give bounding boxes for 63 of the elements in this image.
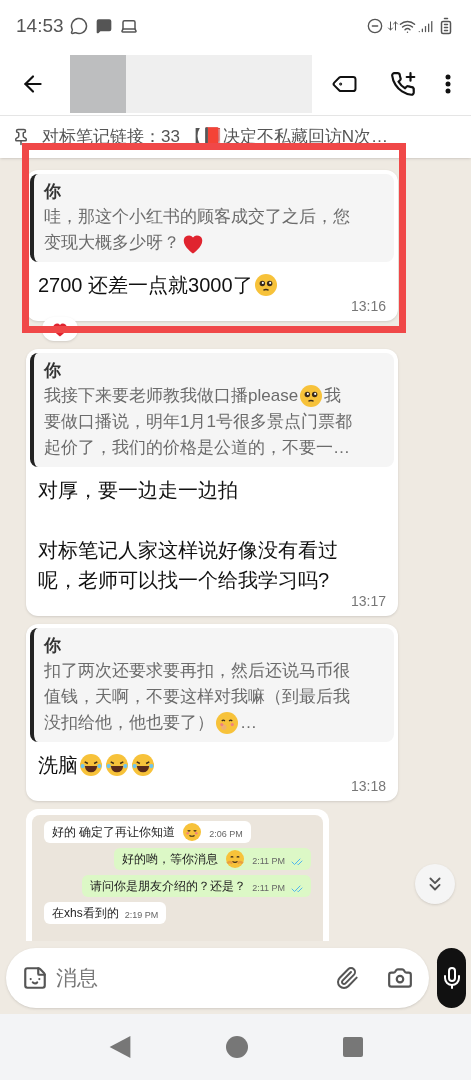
- signal-icon: [418, 18, 433, 34]
- quote-author: 你: [44, 635, 62, 657]
- message-text: 在xhs看到的: [52, 905, 119, 922]
- message-text: 对厚，要一边走一边拍: [38, 478, 238, 503]
- message-text: 对标笔记人家这样说好像没有看过: [38, 538, 338, 563]
- message-text: 哇，那这个小红书的顾客成交了之后，您: [44, 206, 350, 228]
- message-text: 洗脑: [38, 753, 78, 778]
- message-input-bar[interactable]: 消息: [6, 948, 429, 1008]
- message-text: 值钱，天啊，不要这样对我嘛（到最后我: [44, 686, 350, 708]
- voice-message-button[interactable]: [437, 948, 466, 1008]
- message-text: 没扣给他，他也要了）: [44, 712, 214, 734]
- message-bubble[interactable]: 你 哇，那这个小红书的顾客成交了之后，您 变现大概多少呀？ 2700 还差一点就3000了 13:16: [26, 170, 398, 321]
- attach-icon[interactable]: [335, 966, 359, 990]
- quoted-message[interactable]: 你 扣了两次还要求要再扣，然后还说马币很 值钱，天啊，不要这样对我嘛（到最后我 没扣给他，他也要了） …: [30, 628, 394, 742]
- message-text: …: [240, 712, 257, 734]
- chat-notification-icon: [69, 17, 88, 35]
- message-notification-icon: [95, 18, 112, 34]
- message-time: 2:11 PM: [252, 881, 285, 895]
- emoji-icon: [80, 754, 102, 776]
- do-not-disturb-icon: [367, 18, 383, 34]
- heart-icon: [182, 232, 204, 254]
- message-text: 扣了两次还要求要再扣，然后还说马币很: [44, 660, 350, 682]
- scroll-down-button[interactable]: [415, 864, 455, 904]
- emoji-icon: [254, 274, 277, 296]
- message-input[interactable]: 消息: [56, 962, 327, 994]
- emoji-icon: [132, 754, 154, 776]
- message-text: 好的 确定了再让你知道: [52, 824, 176, 841]
- data-transfer-icon: [387, 20, 399, 32]
- laptop-icon: [119, 17, 138, 35]
- message-bubble[interactable]: 你 扣了两次还要求要再扣，然后还说马币很 值钱，天啊，不要这样对我嘛（到最后我 没扣给他，他也要了） … 洗脑 13:18: [26, 624, 398, 801]
- message-time: 2:06 PM: [209, 827, 243, 841]
- quoted-message[interactable]: 你 哇，那这个小红书的顾客成交了之后，您 变现大概多少呀？: [30, 174, 394, 262]
- message-time: 2:11 PM: [252, 854, 285, 868]
- message-text: 起价了，我们的价格是公道的，不要一…: [44, 437, 350, 459]
- emoji-icon: [216, 712, 238, 734]
- quote-author: 你: [44, 360, 62, 382]
- message-text: 2700 还差一点就3000了: [38, 273, 253, 298]
- image-message[interactable]: 好的 确定了再让你知道 2:06 PM 好的哟，等你消息 2:11 PM 请问你是朋友介绍的？还是？ 2:11 PM 在xhs看到的 2:19 PM: [26, 809, 329, 941]
- more-icon: [445, 73, 451, 94]
- message-time: 13:18: [350, 777, 386, 796]
- nav-home-icon[interactable]: [225, 1036, 248, 1058]
- pin-icon: [12, 128, 30, 146]
- camera-icon[interactable]: [387, 965, 413, 991]
- message-text: 好的哟，等你消息: [122, 851, 219, 868]
- status-time: 14:53: [16, 13, 64, 38]
- phone-plus-icon: [391, 70, 417, 97]
- message-time: 13:16: [350, 297, 386, 316]
- nav-back-icon[interactable]: [108, 1036, 131, 1058]
- message-text: 要做口播说，明年1月1号很多景点门票都: [44, 411, 352, 433]
- message-time: 13:17: [350, 592, 386, 611]
- sticker-icon[interactable]: [22, 965, 48, 991]
- emoji-icon: [106, 754, 128, 776]
- message-text: 我: [324, 385, 342, 407]
- message-text: 我接下来要老师教我做口播please: [44, 385, 299, 407]
- message-bubble[interactable]: 你 我接下来要老师教我做口播please 我 要做口播说，明年1月1号很多景点门票都 起价了，我们的价格是公道的，不要一… 对厚，要一边走一边拍 对标笔记人家这样说好像没有看过 呢，老师可以找一个给我学习吗? 13:17: [26, 349, 398, 616]
- message-time: 2:19 PM: [124, 908, 159, 922]
- quote-author: 你: [44, 181, 62, 203]
- nav-recents-icon[interactable]: [342, 1037, 363, 1057]
- emoji-icon: [300, 385, 323, 407]
- message-text: 请问你是朋友介绍的？还是？: [90, 878, 247, 895]
- quoted-message[interactable]: 你 我接下来要老师教我做口播please 我 要做口播说，明年1月1号很多景点门票都 起价了，我们的价格是公道的，不要一…: [30, 353, 394, 467]
- message-text: 呢，老师可以找一个给我学习吗?: [38, 568, 330, 593]
- message-text: 变现大概多少呀？: [44, 232, 180, 254]
